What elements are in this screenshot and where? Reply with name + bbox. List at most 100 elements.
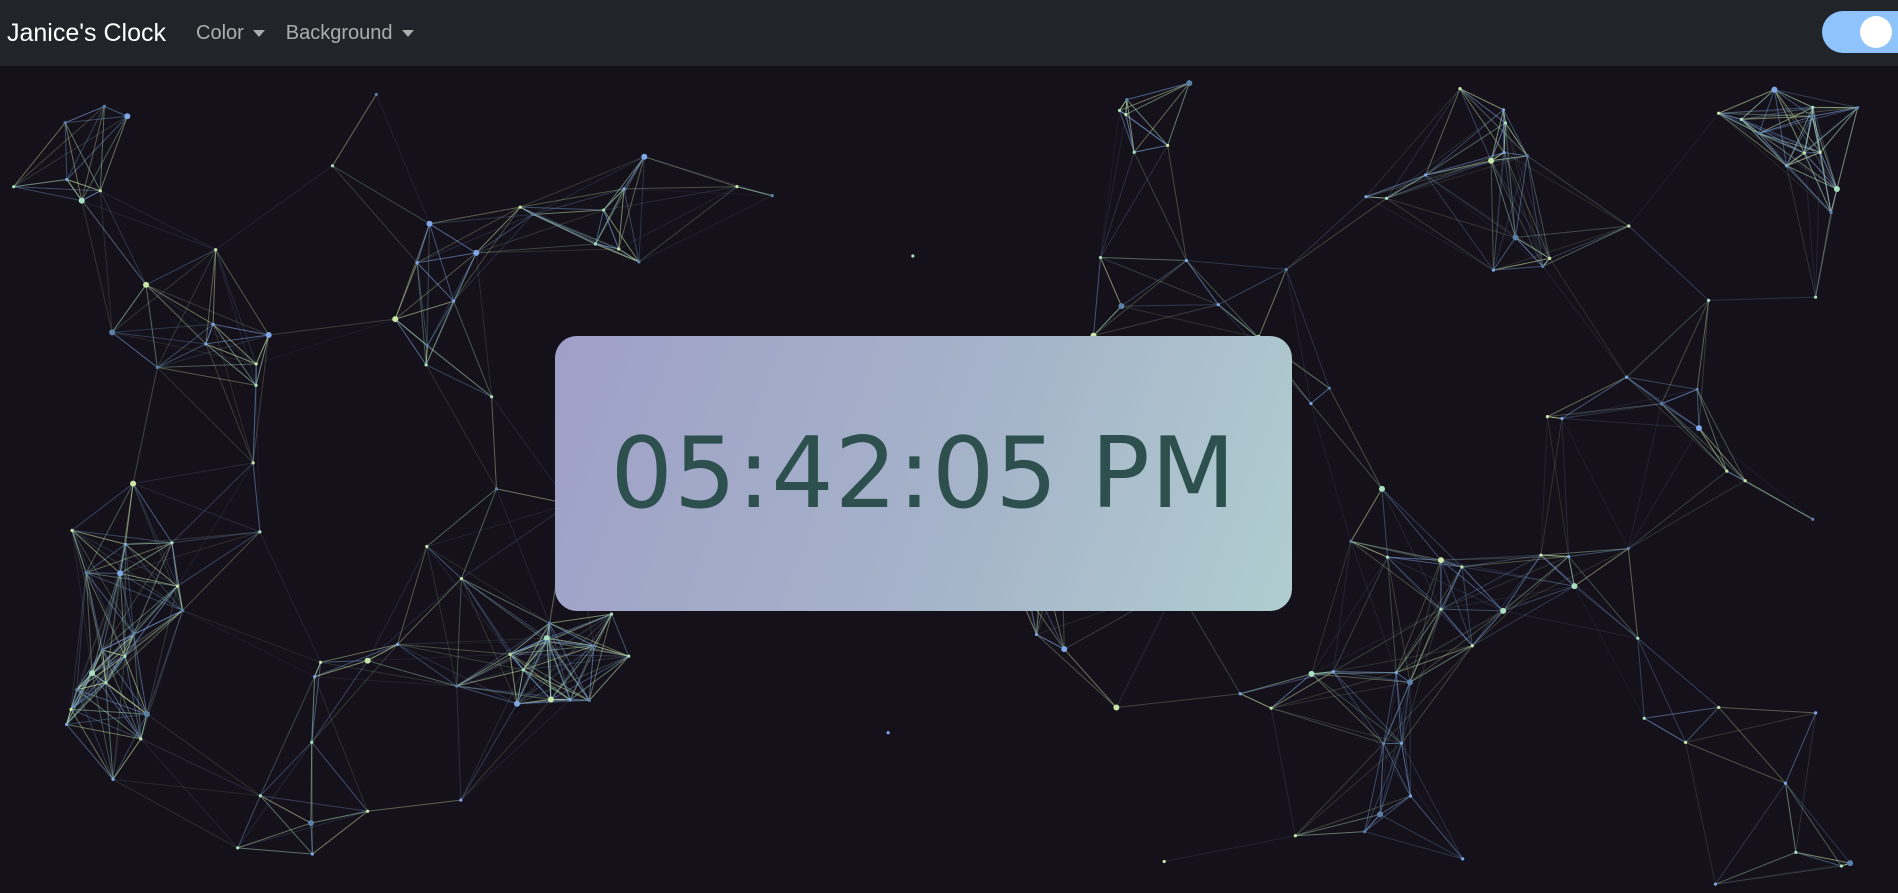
network-node: [451, 299, 456, 303]
network-node: [1098, 255, 1103, 260]
network-link: [1401, 609, 1442, 744]
network-link: [623, 186, 737, 190]
network-node: [1293, 834, 1297, 838]
network-node: [1545, 415, 1550, 419]
theme-toggle-switch[interactable]: [1822, 11, 1898, 53]
network-node: [12, 185, 16, 189]
network-link: [1628, 112, 1720, 227]
network-node: [251, 461, 255, 465]
network-node: [1818, 150, 1822, 154]
network-node: [143, 711, 150, 718]
network-link: [112, 778, 261, 797]
network-link: [1718, 706, 1816, 714]
network-link: [1270, 708, 1296, 836]
toggle-knob: [1860, 16, 1892, 48]
network-link: [1409, 610, 1504, 683]
network-node: [364, 657, 371, 664]
network-link: [1440, 608, 1504, 612]
app-brand-title[interactable]: Janice's Clock: [7, 20, 166, 46]
network-node: [1385, 555, 1390, 559]
network-link: [13, 106, 105, 188]
network-link: [594, 209, 605, 245]
color-dropdown[interactable]: Color: [196, 22, 265, 45]
network-link: [644, 156, 773, 197]
network-link: [1121, 304, 1219, 307]
network-link: [1561, 403, 1662, 419]
network-node: [568, 698, 572, 702]
network-node: [911, 254, 915, 258]
network-link: [1715, 865, 1842, 885]
network-node: [1331, 669, 1335, 674]
network-node: [313, 675, 317, 679]
network-node: [109, 329, 116, 336]
network-link: [456, 686, 462, 801]
network-link: [549, 613, 612, 624]
network-link: [475, 252, 493, 397]
network-node: [265, 331, 272, 338]
network-node: [330, 164, 335, 168]
network-link: [425, 364, 492, 398]
network-node: [617, 247, 621, 251]
network-node: [545, 639, 549, 644]
network-node: [1378, 485, 1385, 492]
network-node: [102, 104, 106, 109]
network-link: [332, 165, 418, 264]
network-link: [1627, 427, 1700, 549]
network-link: [260, 795, 368, 812]
network-node: [214, 248, 218, 252]
network-node: [1503, 121, 1508, 125]
network-node: [170, 541, 174, 545]
network-link: [205, 343, 257, 365]
network-link: [461, 578, 548, 642]
network-node: [1269, 706, 1273, 710]
network-node: [1794, 850, 1798, 854]
network-link: [375, 94, 430, 224]
network-link: [1627, 548, 1639, 639]
network-node: [459, 576, 464, 581]
network-node: [1118, 303, 1125, 310]
network-link: [1093, 257, 1102, 336]
network-node: [1184, 258, 1189, 263]
network-link: [1696, 389, 1700, 429]
background-dropdown[interactable]: Background: [286, 22, 414, 45]
network-link: [310, 810, 368, 824]
network-node: [254, 383, 258, 387]
network-node: [1238, 692, 1242, 696]
network-node: [1502, 150, 1506, 155]
network-link: [1526, 155, 1630, 227]
network-link: [81, 116, 128, 201]
network-node: [1833, 186, 1840, 193]
network-link: [367, 660, 457, 687]
network-link: [1698, 427, 1728, 472]
network-node: [1363, 830, 1367, 834]
network-node: [602, 208, 606, 212]
network-node: [1636, 636, 1640, 640]
network-link: [1661, 403, 1728, 472]
network-node: [1659, 402, 1664, 406]
network-link: [140, 713, 148, 740]
network-node: [307, 820, 314, 827]
network-node: [75, 688, 79, 692]
network-link: [1795, 712, 1817, 853]
network-node: [204, 342, 208, 346]
network-node: [415, 261, 419, 265]
network-link: [112, 778, 238, 849]
network-node: [1571, 583, 1578, 590]
network-link: [1126, 82, 1190, 101]
network-node: [1717, 111, 1721, 115]
network-node: [1847, 860, 1854, 867]
network-link: [13, 122, 66, 188]
network-link: [1332, 671, 1402, 744]
network-node: [155, 365, 159, 370]
network-link: [1379, 813, 1463, 860]
network-link: [1410, 795, 1464, 860]
network-node: [1377, 811, 1384, 818]
network-link: [1708, 296, 1816, 301]
network-node: [1309, 401, 1313, 406]
network-link: [1425, 174, 1544, 267]
network-node: [489, 395, 494, 399]
network-link: [66, 713, 147, 725]
network-link: [1744, 480, 1813, 520]
network-link: [1628, 225, 1709, 301]
network-node: [424, 363, 428, 367]
